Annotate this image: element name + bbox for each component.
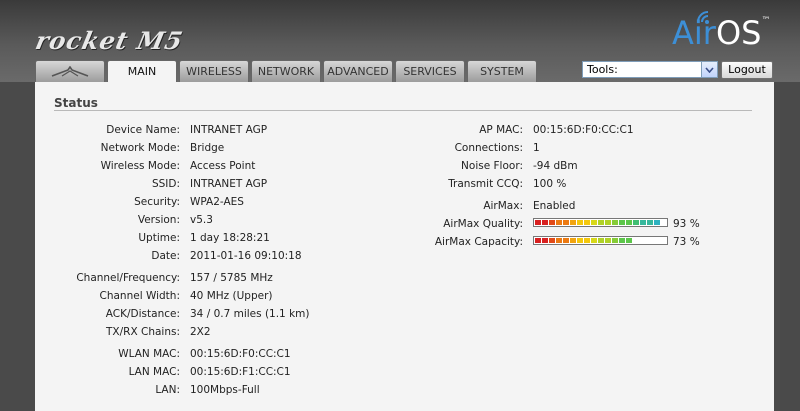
- tab-advanced[interactable]: ADVANCED: [323, 60, 393, 82]
- field-label: Channel/Frequency:: [76, 272, 180, 284]
- field-label: AirMax Quality:: [443, 218, 523, 230]
- airmax-capacity-percent: 73 %: [673, 236, 700, 248]
- status-row-date: Date: 2011-01-16 09:10:18: [35, 250, 301, 266]
- tab-network[interactable]: NETWORK: [251, 60, 321, 82]
- field-value: 2X2: [190, 326, 211, 338]
- tab-wireless[interactable]: WIRELESS: [179, 60, 249, 82]
- bar-segment: [619, 238, 625, 243]
- field-value: 1: [533, 142, 540, 154]
- field-label: TX/RX Chains:: [106, 326, 180, 338]
- bar-segment: [598, 220, 604, 225]
- tab-main[interactable]: MAIN: [107, 60, 177, 83]
- bar-segment: [570, 220, 576, 225]
- bar-segment: [591, 238, 597, 243]
- main-tab-bar: MAIN WIRELESS NETWORK ADVANCED SERVICES …: [35, 60, 539, 83]
- field-label: AirMax:: [483, 200, 523, 212]
- bar-segment: [605, 220, 611, 225]
- bar-segment: [626, 220, 632, 225]
- status-row-ap-mac: AP MAC: 00:15:6D:F0:CC:C1: [35, 124, 633, 140]
- bar-segment: [598, 238, 604, 243]
- bar-segment: [612, 238, 618, 243]
- bar-segment: [647, 220, 653, 225]
- field-label: AirMax Capacity:: [434, 236, 523, 248]
- bar-segment: [563, 238, 569, 243]
- bar-segment: [591, 220, 597, 225]
- bar-segment: [570, 238, 576, 243]
- field-value: 00:15:6D:F0:CC:C1: [190, 348, 291, 360]
- field-value: 40 MHz (Upper): [190, 290, 273, 302]
- rocket-m5-logo: rocket M5: [32, 26, 186, 55]
- field-label: Noise Floor:: [461, 160, 523, 172]
- header-bar: rocket M5 AirOS™ MAIN WIRELESS NETWORK A…: [0, 0, 800, 83]
- tab-ubiquiti-home[interactable]: [35, 60, 105, 82]
- bar-segment: [577, 238, 583, 243]
- bar-segment: [584, 238, 590, 243]
- status-row-noise-floor: Noise Floor: -94 dBm: [35, 160, 578, 176]
- field-value: 00:15:6D:F0:CC:C1: [533, 124, 634, 136]
- logout-button[interactable]: Logout: [721, 61, 773, 79]
- bar-segment: [556, 238, 562, 243]
- bar-segment: [612, 220, 618, 225]
- bar-segment: [542, 220, 548, 225]
- bar-segment: [577, 220, 583, 225]
- field-value: 157 / 5785 MHz: [190, 272, 273, 284]
- bar-segment: [619, 220, 625, 225]
- bar-segment: [654, 220, 660, 225]
- main-content-panel: Status Device Name: INTRANET AGP Network…: [35, 82, 774, 411]
- field-label: LAN MAC:: [128, 366, 180, 378]
- field-label: Transmit CCQ:: [448, 178, 523, 190]
- bar-segment: [584, 220, 590, 225]
- field-value: 100Mbps-Full: [190, 384, 260, 396]
- bar-segment: [626, 238, 632, 243]
- status-row-ack-distance: ACK/Distance: 34 / 0.7 miles (1.1 km): [35, 308, 310, 324]
- bar-segment: [535, 238, 541, 243]
- field-label: WLAN MAC:: [118, 348, 180, 360]
- bar-segment: [605, 238, 611, 243]
- field-value: 100 %: [533, 178, 567, 190]
- bar-segment: [542, 238, 548, 243]
- tab-services[interactable]: SERVICES: [395, 60, 465, 82]
- bar-segment: [556, 220, 562, 225]
- airmax-quality-fill: [535, 220, 661, 225]
- section-title: Status: [54, 96, 98, 110]
- bar-segment: [549, 220, 555, 225]
- section-divider: [54, 110, 752, 111]
- airos-logo: AirOS™: [672, 14, 771, 52]
- field-label: ACK/Distance:: [105, 308, 180, 320]
- field-value: Enabled: [533, 200, 576, 212]
- bar-segment: [563, 220, 569, 225]
- tools-select[interactable]: Tools:: [582, 61, 718, 78]
- bar-segment: [549, 238, 555, 243]
- field-label: LAN:: [155, 384, 180, 396]
- bar-segment: [633, 220, 639, 225]
- status-row-lan: LAN: 100Mbps-Full: [35, 384, 259, 400]
- status-row-channel-frequency: Channel/Frequency: 157 / 5785 MHz: [35, 272, 272, 288]
- status-row-airmax-capacity: AirMax Capacity:: [35, 236, 523, 252]
- airmax-capacity-bar: [533, 236, 668, 245]
- status-row-transmit-ccq: Transmit CCQ: 100 %: [35, 178, 566, 194]
- field-value: 34 / 0.7 miles (1.1 km): [190, 308, 310, 320]
- field-label: AP MAC:: [479, 124, 523, 136]
- tools-select-value: Tools:: [587, 63, 618, 76]
- status-row-wlan-mac: WLAN MAC: 00:15:6D:F0:CC:C1: [35, 348, 290, 364]
- airmax-quality-bar: [533, 218, 668, 227]
- field-value: 00:15:6D:F1:CC:C1: [190, 366, 291, 378]
- airmax-capacity-fill: [535, 238, 633, 243]
- field-label: Connections:: [454, 142, 523, 154]
- bar-segment: [640, 220, 646, 225]
- bar-segment: [535, 220, 541, 225]
- status-row-connections: Connections: 1: [35, 142, 540, 158]
- field-value: -94 dBm: [533, 160, 578, 172]
- ubiquiti-logo-icon: [51, 65, 89, 77]
- status-row-lan-mac: LAN MAC: 00:15:6D:F1:CC:C1: [35, 366, 291, 382]
- airmax-quality-percent: 93 %: [673, 218, 700, 230]
- status-row-channel-width: Channel Width: 40 MHz (Upper): [35, 290, 273, 306]
- tab-system[interactable]: SYSTEM: [467, 60, 537, 82]
- status-row-airmax: AirMax: Enabled: [35, 200, 575, 216]
- status-row-txrx-chains: TX/RX Chains: 2X2: [35, 326, 211, 342]
- field-label: Channel Width:: [99, 290, 181, 302]
- status-row-airmax-quality: AirMax Quality:: [35, 218, 523, 234]
- chevron-down-icon[interactable]: [701, 62, 717, 77]
